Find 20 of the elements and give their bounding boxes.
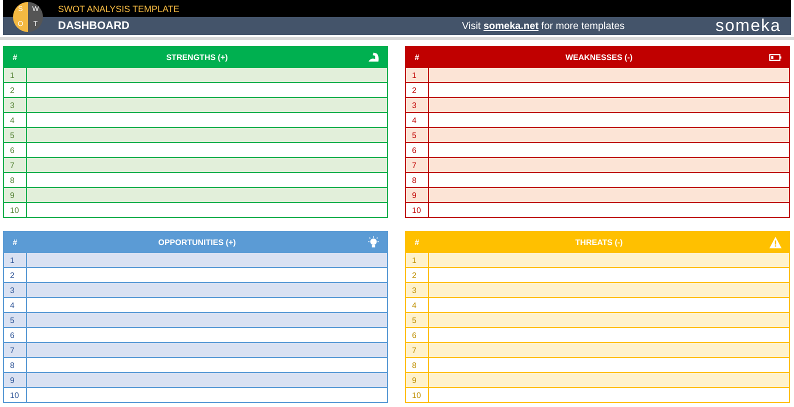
quadrant-title: WEAKNESSES (-) (564, 52, 634, 62)
quadrant-title: OPPORTUNITIES (+) (157, 238, 237, 246)
row-number: 10 (406, 388, 429, 402)
page-title: DASHBOARD (58, 20, 130, 32)
website-link[interactable]: someka.net (484, 20, 539, 32)
column-heading: # (414, 238, 420, 246)
quadrant-title: STRENGTHS (+) (165, 52, 229, 62)
column-heading: # (12, 52, 18, 62)
lightbulb-icon (367, 236, 380, 248)
quadrant-title: THREATS (-) (574, 238, 624, 246)
row-number: 10 (406, 203, 429, 217)
flexed-arm-icon (367, 50, 380, 64)
promo-text: Visit someka.net for more templates (462, 20, 626, 32)
warning-icon (769, 236, 782, 248)
template-title: SWOT ANALYSIS TEMPLATE (58, 4, 180, 14)
column-heading: # (12, 238, 18, 246)
column-heading: # (414, 52, 420, 62)
row-number: 10 (4, 388, 27, 402)
row-number: 10 (4, 203, 27, 217)
brand-logo: someka (715, 16, 781, 36)
